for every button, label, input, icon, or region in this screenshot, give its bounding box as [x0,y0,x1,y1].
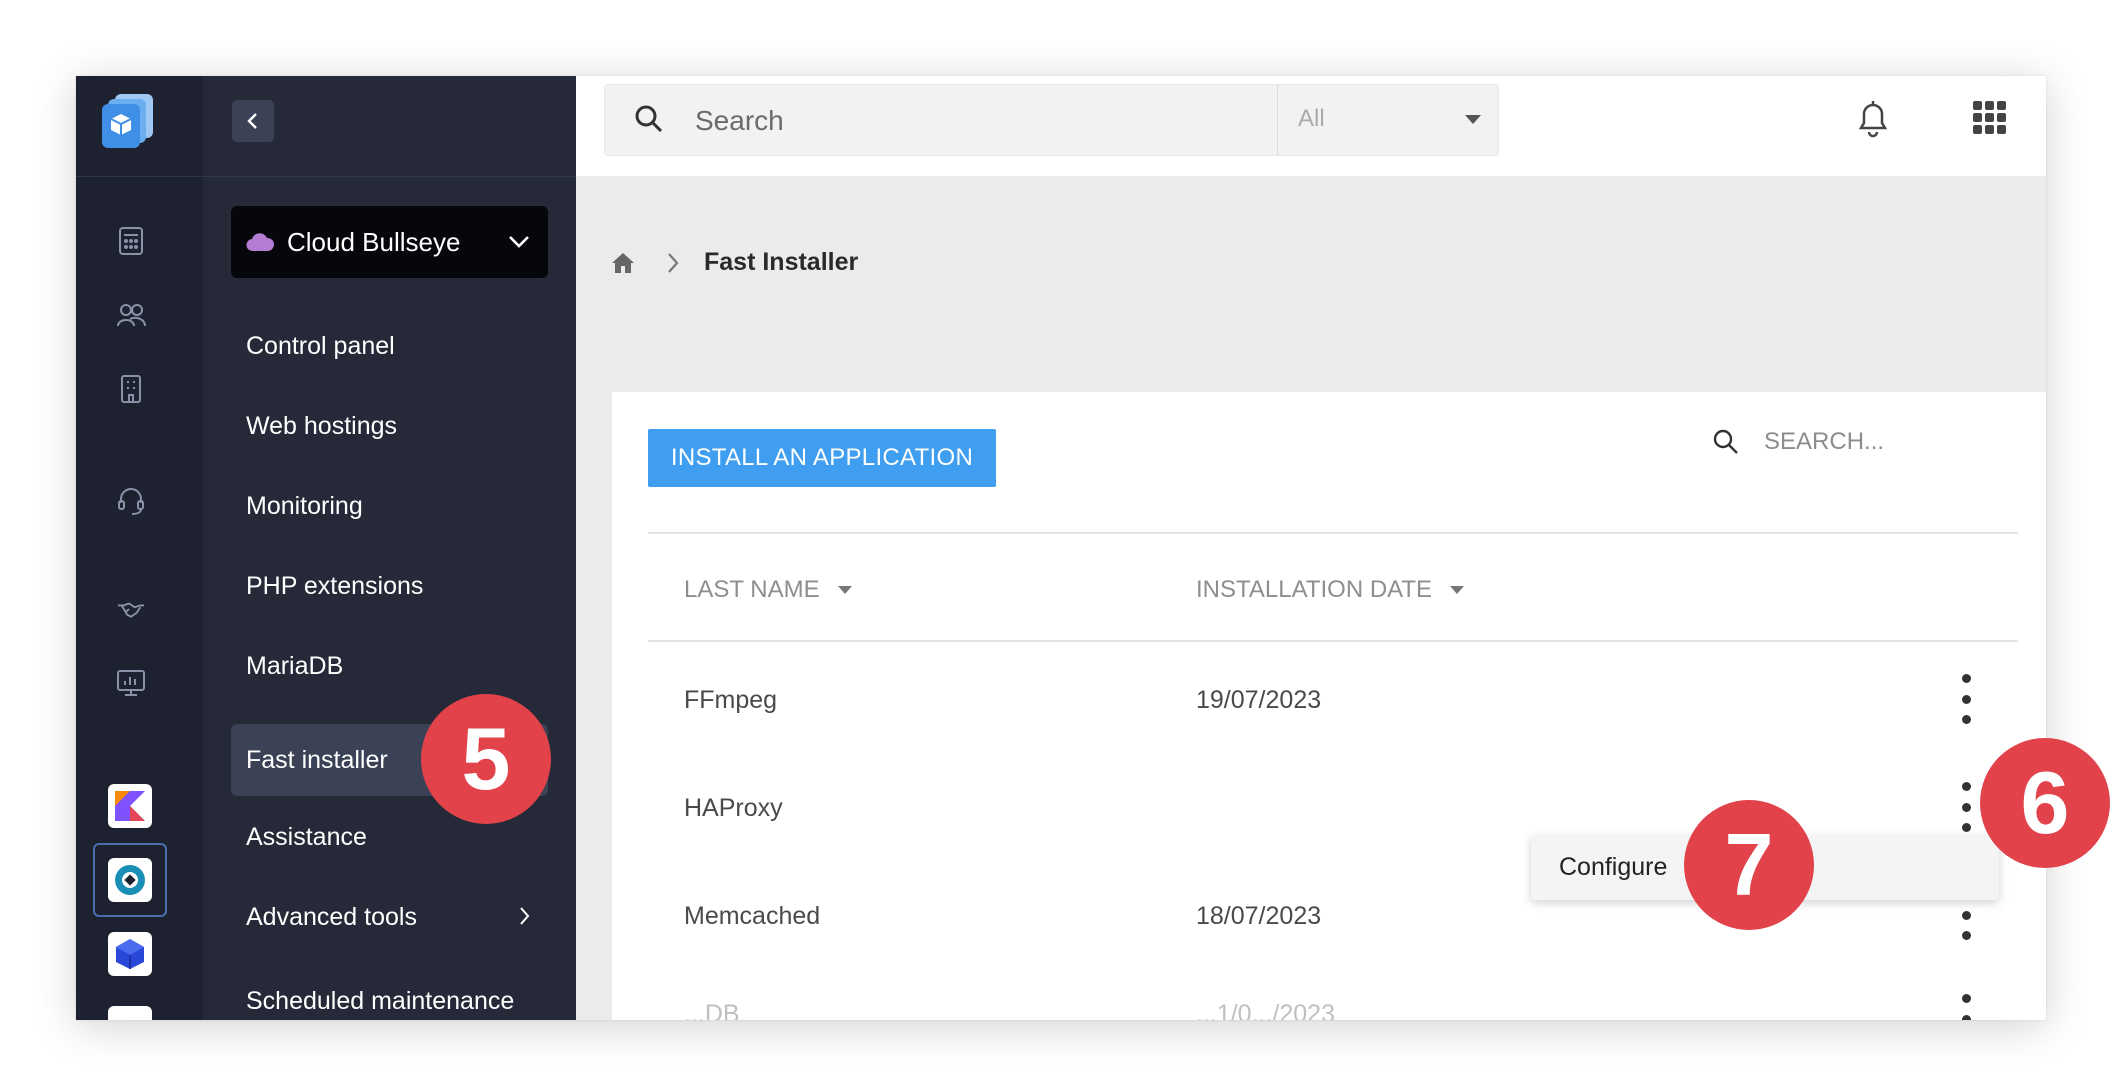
cloud-icon [246,233,275,252]
chevron-right-icon [520,907,530,925]
sort-caret-icon [837,586,852,594]
nav-item-scheduled-maintenance[interactable]: Scheduled maintenance [231,965,548,1020]
app-logo-icon[interactable] [99,90,159,150]
nav-item-advanced-tools[interactable]: Advanced tools [231,881,548,953]
cell-name: ...DB [684,1000,740,1020]
top-bar: Search All [576,76,2046,176]
calculator-icon[interactable] [116,226,146,256]
card-search[interactable]: SEARCH... [1712,428,1884,456]
nav-item-label: Web hostings [246,411,398,440]
breadcrumb-current: Fast Installer [704,248,859,276]
nav-item-label: Advanced tools [246,902,417,931]
nav-item-label: Monitoring [246,491,363,520]
search-input[interactable]: Search [695,105,784,137]
column-header-label: LAST NAME [684,576,820,603]
project-selector[interactable]: Cloud Bullseye [231,206,548,278]
card-search-input[interactable]: SEARCH... [1764,428,1884,456]
table-row: ...DB ...1/0.../2023 [648,970,2018,1020]
active-app-icon[interactable] [108,858,152,902]
breadcrumb: Fast Installer [610,248,858,277]
divider [648,640,2018,642]
cell-name: Memcached [684,902,821,930]
column-header-last-name[interactable]: LAST NAME [684,576,852,604]
kotlin-app-icon[interactable] [108,784,152,828]
row-menu-icon[interactable] [1960,782,1972,832]
sort-caret-icon [1450,586,1465,594]
chevron-down-icon [509,236,529,248]
cell-name: HAProxy [684,794,783,822]
icon-rail [76,76,203,1020]
chevron-right-icon [668,252,679,273]
nav-item-web-hostings[interactable]: Web hostings [231,390,548,462]
step-marker: 7 [1684,800,1814,930]
nav-item-label: PHP extensions [246,571,424,600]
nav-divider [203,176,576,177]
search-icon [633,103,665,140]
nav-item-label: Fast installer [246,745,388,774]
nav-item-label: Assistance [246,822,367,851]
notification-bell-icon[interactable] [1855,98,1891,143]
nav-item-label: MariaDB [246,651,344,680]
cube-app-icon[interactable] [108,932,152,976]
install-application-button[interactable]: INSTALL AN APPLICATION [648,429,996,487]
cell-date: 19/07/2023 [1196,686,1322,714]
cell-name: FFmpeg [684,686,778,714]
users-icon[interactable] [116,300,146,330]
collapse-sidebar-button[interactable] [232,100,274,142]
nav-item-mariadb[interactable]: MariaDB [231,630,548,702]
headset-icon[interactable] [116,486,146,516]
handshake-icon[interactable] [116,596,146,626]
menu-item-configure[interactable]: Configure [1559,853,1667,882]
monitor-chart-icon[interactable] [116,668,146,698]
nav-item-control-panel[interactable]: Control panel [231,310,548,382]
nav-panel: Cloud Bullseye Control panel Web hosting… [203,76,576,1020]
step-marker: 6 [1980,738,2110,868]
step-marker: 5 [421,694,551,824]
divider [648,532,2018,534]
caret-down-icon [1465,115,1481,124]
nav-item-php-extensions[interactable]: PHP extensions [231,550,548,622]
apps-grid-icon[interactable] [1972,100,2008,141]
cell-date: ...1/0.../2023 [1196,1000,1335,1020]
installer-card: INSTALL AN APPLICATION SEARCH... LAST NA… [612,392,2046,1020]
cell-date: 18/07/2023 [1196,902,1322,930]
search-icon [1713,429,1738,454]
row-menu-icon[interactable] [1960,674,1972,724]
nav-item-label: Control panel [246,331,395,360]
column-header-label: INSTALLATION DATE [1196,576,1433,603]
nav-item-monitoring[interactable]: Monitoring [231,470,548,542]
partial-app-icon[interactable] [108,1006,152,1020]
row-menu-icon[interactable] [1960,994,1972,1020]
chevron-left-icon [247,113,257,129]
table-row: FFmpeg 19/07/2023 [648,646,2018,754]
global-search[interactable]: Search All [604,84,1499,156]
project-name: Cloud Bullseye [287,226,461,257]
rail-divider [76,176,203,177]
nav-item-label: Scheduled maintenance [246,986,515,1015]
home-icon[interactable] [610,251,636,275]
search-scope-value: All [1298,105,1325,132]
search-scope-select[interactable]: All [1277,85,1499,155]
building-icon[interactable] [116,374,146,404]
column-header-installation-date[interactable]: INSTALLATION DATE [1196,576,1465,604]
